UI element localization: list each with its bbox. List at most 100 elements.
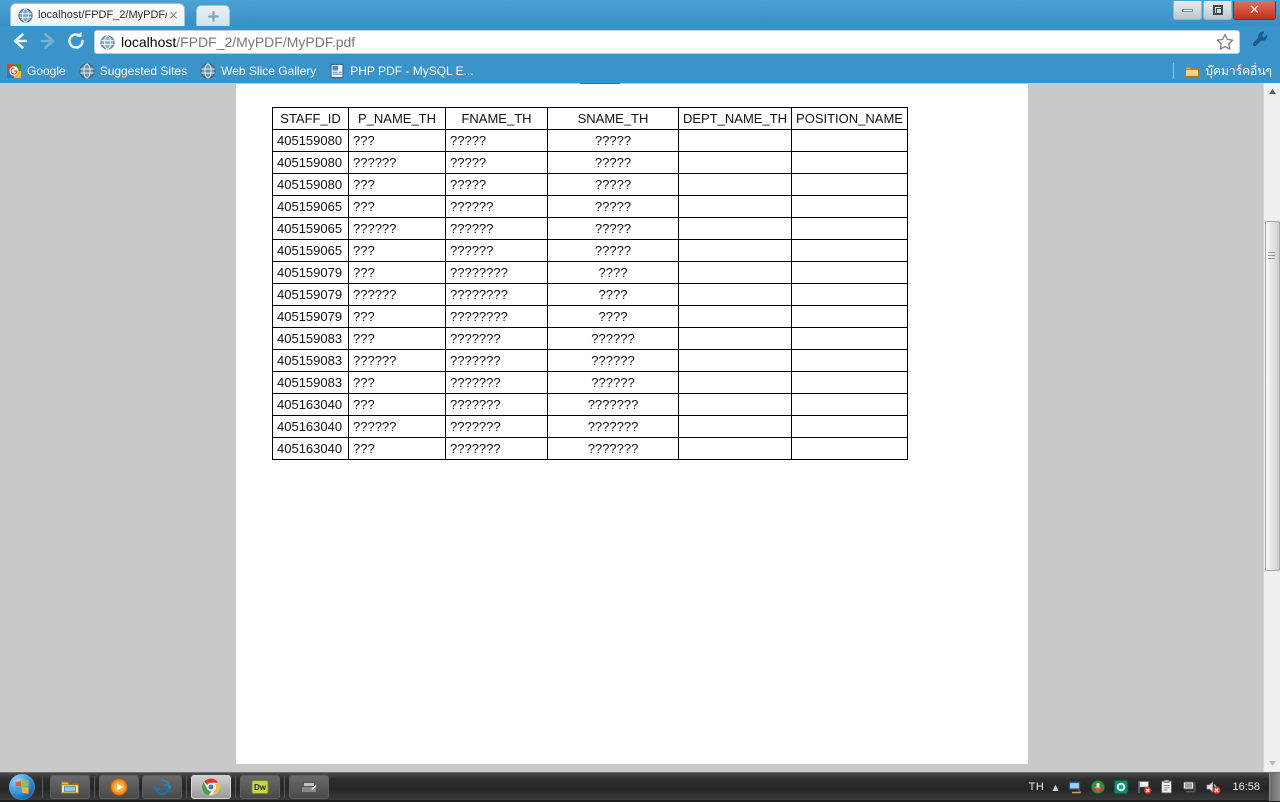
cell-dept — [677, 305, 793, 328]
staff-table: STAFF_ID P_NAME_TH FNAME_TH SNAME_TH DEP… — [272, 107, 908, 460]
cell-p-name: ??? — [348, 261, 446, 284]
scroll-up-button[interactable] — [1264, 83, 1280, 100]
cell-dept — [677, 393, 793, 416]
cell-position — [791, 195, 908, 218]
column-header-sname-th: SNAME_TH — [547, 107, 679, 130]
close-icon: ✕ — [1249, 2, 1260, 18]
cell-position — [791, 283, 908, 306]
other-bookmarks[interactable]: บุ๊คมาร์คอื่นๆ — [1173, 62, 1272, 79]
scroll-down-button[interactable] — [1264, 755, 1280, 772]
cell-position — [791, 371, 908, 394]
language-indicator[interactable]: TH — [1029, 781, 1045, 793]
close-button[interactable]: ✕ — [1233, 1, 1276, 20]
volume-mute-icon[interactable] — [1205, 779, 1221, 795]
table-row: 405163040???????????????????? — [272, 415, 908, 438]
cell-position — [791, 327, 908, 350]
cell-sname: ???? — [547, 305, 679, 328]
cell-dept — [677, 261, 793, 284]
globe-icon — [79, 62, 95, 79]
bookmark-star-icon[interactable] — [1215, 32, 1235, 52]
cell-fname: ????? — [445, 173, 548, 196]
cell-staff-id: 405159083 — [272, 371, 349, 394]
cell-p-name: ??? — [348, 393, 446, 416]
cell-p-name: ??? — [348, 239, 446, 262]
table-header-row: STAFF_ID P_NAME_TH FNAME_TH SNAME_TH DEP… — [272, 107, 908, 130]
show-hidden-icons-button[interactable]: ▲ — [1052, 783, 1058, 792]
windows-logo-icon — [9, 773, 35, 800]
taskbar-windows-media-player[interactable] — [99, 774, 139, 799]
reload-button[interactable] — [62, 29, 90, 55]
cell-staff-id: 405159065 — [272, 195, 349, 218]
antivirus-icon[interactable] — [1113, 779, 1129, 795]
taskbar-clock[interactable]: 16:58 — [1232, 781, 1260, 793]
cell-staff-id: 405159079 — [272, 305, 349, 328]
chrome-menu-button[interactable] — [1246, 29, 1274, 55]
back-button[interactable] — [6, 29, 34, 55]
close-icon[interactable]: × — [167, 9, 180, 22]
taskbar-windows-explorer[interactable] — [50, 774, 90, 799]
show-desktop-button[interactable] — [1269, 773, 1280, 801]
cell-fname: ??????? — [445, 349, 548, 372]
vertical-scrollbar[interactable] — [1263, 83, 1280, 772]
taskbar-internet-explorer[interactable] — [142, 774, 182, 799]
cell-fname: ???????? — [445, 305, 548, 328]
cell-sname: ?????? — [547, 349, 679, 372]
cell-dept — [677, 283, 793, 306]
cell-sname: ?????? — [547, 327, 679, 350]
clipboard-icon[interactable] — [1159, 779, 1175, 795]
cell-p-name: ?????? — [348, 415, 446, 438]
cell-dept — [677, 217, 793, 240]
taskbar-google-chrome[interactable] — [191, 774, 231, 799]
browser-tab[interactable]: localhost/FPDF_2/MyPDF/M × — [10, 3, 185, 26]
table-row: 405159065?????????????? — [272, 239, 908, 262]
scrollbar-thumb[interactable] — [1265, 221, 1280, 571]
browser-window: localhost/FPDF_2/MyPDF/M × ✕ localhost/F… — [0, 0, 1280, 772]
bookmark-web-slice-gallery[interactable]: Web Slice Gallery — [200, 62, 316, 79]
cell-staff-id: 405159079 — [272, 261, 349, 284]
play-icon — [109, 777, 129, 797]
taskbar-buttons: Dw — [50, 774, 329, 799]
cell-position — [791, 129, 908, 152]
taskbar-scanner-app[interactable] — [289, 774, 329, 799]
cell-sname: ????? — [547, 239, 679, 262]
cell-dept — [677, 129, 793, 152]
flag-alert-icon[interactable] — [1136, 779, 1152, 795]
bookmark-suggested-sites[interactable]: Suggested Sites — [79, 62, 187, 79]
globe-icon — [18, 7, 33, 23]
network-monitor-icon[interactable] — [1067, 779, 1083, 795]
column-header-staff-id: STAFF_ID — [272, 107, 349, 130]
divider — [235, 775, 236, 798]
bookmark-php-pdf-mysql[interactable]: PHP PDF - MySQL E... — [329, 63, 474, 79]
cell-sname: ???? — [547, 283, 679, 306]
cell-p-name: ??? — [348, 195, 446, 218]
cell-p-name: ??? — [348, 173, 446, 196]
google-icon — [6, 63, 22, 79]
cell-dept — [677, 195, 793, 218]
minimize-icon — [1182, 8, 1193, 12]
network-icon[interactable] — [1182, 779, 1198, 795]
bookmark-google[interactable]: Google — [6, 63, 66, 79]
taskbar-dreamweaver[interactable]: Dw — [240, 774, 280, 799]
forward-button[interactable] — [34, 29, 62, 55]
updater-icon[interactable] — [1090, 779, 1106, 795]
column-header-p-name-th: P_NAME_TH — [348, 107, 446, 130]
start-button[interactable] — [3, 773, 41, 801]
pdf-page: STAFF_ID P_NAME_TH FNAME_TH SNAME_TH DEP… — [236, 84, 1028, 764]
folder-icon — [60, 777, 80, 797]
cell-dept — [677, 349, 793, 372]
restore-button[interactable] — [1203, 1, 1232, 20]
bookmark-label: PHP PDF - MySQL E... — [350, 63, 474, 78]
table-row: 405159079??????????????? — [272, 261, 908, 284]
cell-sname: ??????? — [547, 415, 679, 438]
windows-taskbar: Dw TH ▲ 16:58 — [0, 772, 1280, 801]
new-tab-button[interactable] — [196, 5, 230, 26]
address-bar[interactable]: localhost/FPDF_2/MyPDF/MyPDF.pdf — [94, 30, 1240, 54]
other-bookmarks-label: บุ๊คมาร์คอื่นๆ — [1205, 63, 1272, 78]
cell-dept — [677, 151, 793, 174]
reload-icon — [65, 30, 87, 55]
minimize-button[interactable] — [1173, 1, 1202, 20]
forward-arrow-icon — [37, 30, 59, 55]
cell-p-name: ??? — [348, 437, 446, 460]
cell-dept — [677, 327, 793, 350]
window-controls: ✕ — [1173, 1, 1276, 20]
